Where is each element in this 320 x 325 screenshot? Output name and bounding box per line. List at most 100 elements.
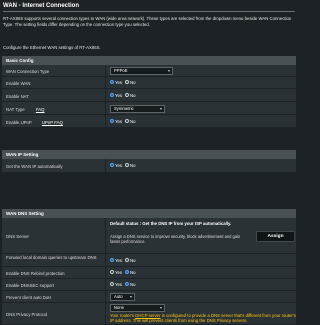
- get-wan-ip-radio: Yes No: [110, 163, 139, 168]
- dnssec-no[interactable]: No: [125, 282, 136, 287]
- radio-label: Yes: [115, 282, 123, 287]
- upnp-label: Enable UPnP: [6, 120, 32, 125]
- forward-local-label: Forward local domain queries to upstream…: [6, 255, 97, 260]
- forward-local-radio: Yes No: [110, 258, 139, 263]
- enable-upnp-yes[interactable]: Yes: [110, 119, 122, 124]
- dns-rebind-label: Enable DNS Rebind protection: [6, 271, 65, 276]
- radio-checked-icon: [110, 163, 114, 168]
- row-get-wan-ip-auto: Get the WAN IP automatically Yes No: [2, 159, 296, 173]
- radio-unchecked-icon: [125, 93, 130, 98]
- section-wan-dns-setting: WAN DNS Setting: [2, 209, 296, 218]
- nat-type-select[interactable]: Symmetric ▾: [110, 105, 165, 113]
- upnp-label-group: Enable UPnP UPnP FAQ: [6, 120, 102, 125]
- radio-unchecked-icon: [125, 119, 130, 124]
- radio-label: Yes: [115, 258, 123, 263]
- dns-rebind-radio: Yes No: [110, 270, 139, 275]
- nat-type-label: NAT Type: [6, 107, 25, 112]
- chevron-down-icon: ▾: [159, 305, 162, 310]
- radio-unchecked-icon: [110, 282, 114, 287]
- nat-type-faq-link[interactable]: FAQ: [36, 107, 45, 112]
- dns-server-label: DNS Server: [6, 234, 29, 239]
- column-divider: [105, 89, 106, 101]
- title-divider: [3, 11, 295, 12]
- row-enable-upnp: Enable UPnP UPnP FAQ Yes No: [2, 115, 296, 128]
- chevron-down-icon: ▾: [167, 68, 170, 73]
- assign-button[interactable]: Assign: [256, 231, 295, 242]
- section-wan-ip-setting: WAN IP Setting: [2, 150, 296, 159]
- page-title: WAN - Internet Connection: [3, 3, 79, 9]
- column-divider: [105, 254, 106, 266]
- row-wan-connection-type: WAN Connection Type PPPoE ▾: [2, 65, 296, 77]
- row-enable-wan: Enable WAN Yes No: [2, 77, 296, 89]
- dns-privacy-select[interactable]: None ▾: [110, 304, 165, 312]
- radio-label: Yes: [115, 163, 123, 168]
- dnssec-yes[interactable]: Yes: [110, 282, 122, 287]
- wan-type-select[interactable]: PPPoE ▾: [110, 67, 173, 75]
- enable-nat-yes[interactable]: Yes: [110, 93, 122, 98]
- radio-unchecked-icon: [125, 258, 130, 263]
- row-dns-server: DNS Server Default status : Get the DNS …: [2, 218, 296, 254]
- row-dns-privacy: DNS Privacy Protocol None ▾ Your router'…: [2, 303, 296, 325]
- column-divider: [105, 159, 106, 172]
- enable-upnp-no[interactable]: No: [125, 119, 136, 124]
- dns-rebind-yes[interactable]: Yes: [110, 270, 122, 275]
- column-divider: [105, 77, 106, 88]
- intro-text: RT-AX86S supports several connection typ…: [3, 16, 292, 27]
- radio-label: No: [130, 258, 136, 263]
- forward-local-no[interactable]: No: [125, 258, 136, 263]
- dnssec-radio: Yes No: [110, 282, 139, 287]
- radio-label: No: [130, 270, 136, 275]
- radio-checked-icon: [110, 80, 114, 85]
- prevent-doh-label: Prevent client auto DoH: [6, 295, 52, 300]
- radio-label: Yes: [115, 93, 123, 98]
- dns-rebind-no[interactable]: No: [125, 270, 136, 275]
- wan-type-value: PPPoE: [114, 68, 128, 73]
- row-forward-local-domain: Forward local domain queries to upstream…: [2, 254, 296, 267]
- configure-text: Configure the Ethernet WAN settings of R…: [3, 45, 101, 50]
- radio-checked-icon: [125, 282, 130, 287]
- enable-wan-label: Enable WAN: [6, 81, 31, 86]
- row-enable-nat: Enable NAT Yes No: [2, 89, 296, 102]
- chevron-down-icon: ▾: [129, 294, 132, 299]
- row-prevent-doh: Prevent client auto DoH Auto ▾: [2, 291, 296, 303]
- enable-wan-no[interactable]: No: [125, 80, 136, 85]
- upnp-faq-link[interactable]: UPnP FAQ: [42, 120, 63, 125]
- enable-wan-radio: Yes No: [110, 80, 139, 85]
- nat-type-label-group: NAT Type FAQ: [6, 107, 102, 112]
- radio-label: Yes: [115, 119, 123, 124]
- enable-nat-no[interactable]: No: [125, 93, 136, 98]
- row-nat-type: NAT Type FAQ Symmetric ▾: [2, 102, 296, 115]
- enable-nat-label: Enable NAT: [6, 94, 29, 99]
- row-dns-rebind: Enable DNS Rebind protection Yes No: [2, 267, 296, 279]
- dns-privacy-warning: Your router's DHCP server is configured …: [110, 313, 296, 323]
- radio-label: No: [130, 80, 136, 85]
- radio-label: Yes: [115, 80, 123, 85]
- radio-checked-icon: [110, 258, 114, 263]
- radio-checked-icon: [110, 93, 114, 98]
- get-wan-ip-yes[interactable]: Yes: [110, 163, 122, 168]
- column-divider: [105, 102, 106, 114]
- dns-privacy-label: DNS Privacy Protocol: [6, 312, 48, 317]
- prevent-doh-select[interactable]: Auto ▾: [110, 293, 135, 301]
- radio-label: Yes: [115, 270, 123, 275]
- enable-nat-radio: Yes No: [110, 93, 139, 98]
- row-dnssec: Enable DNSSEC support Yes No: [2, 279, 296, 291]
- column-divider: [105, 218, 106, 253]
- radio-unchecked-icon: [110, 270, 114, 275]
- dns-default-status: Default status : Get the DNS IP from you…: [110, 221, 232, 226]
- get-wan-ip-no[interactable]: No: [125, 163, 136, 168]
- column-divider: [105, 291, 106, 302]
- radio-label: No: [130, 163, 136, 168]
- radio-label: No: [130, 93, 136, 98]
- column-divider: [105, 65, 106, 76]
- radio-label: No: [130, 282, 136, 287]
- section-basic-config: Basic Config: [2, 56, 296, 65]
- forward-local-yes[interactable]: Yes: [110, 258, 122, 263]
- enable-wan-yes[interactable]: Yes: [110, 80, 122, 85]
- column-divider: [105, 267, 106, 278]
- radio-checked-icon: [110, 119, 114, 124]
- prevent-doh-value: Auto: [114, 294, 123, 299]
- radio-unchecked-icon: [125, 163, 130, 168]
- enable-upnp-radio: Yes No: [110, 119, 139, 124]
- column-divider: [105, 279, 106, 290]
